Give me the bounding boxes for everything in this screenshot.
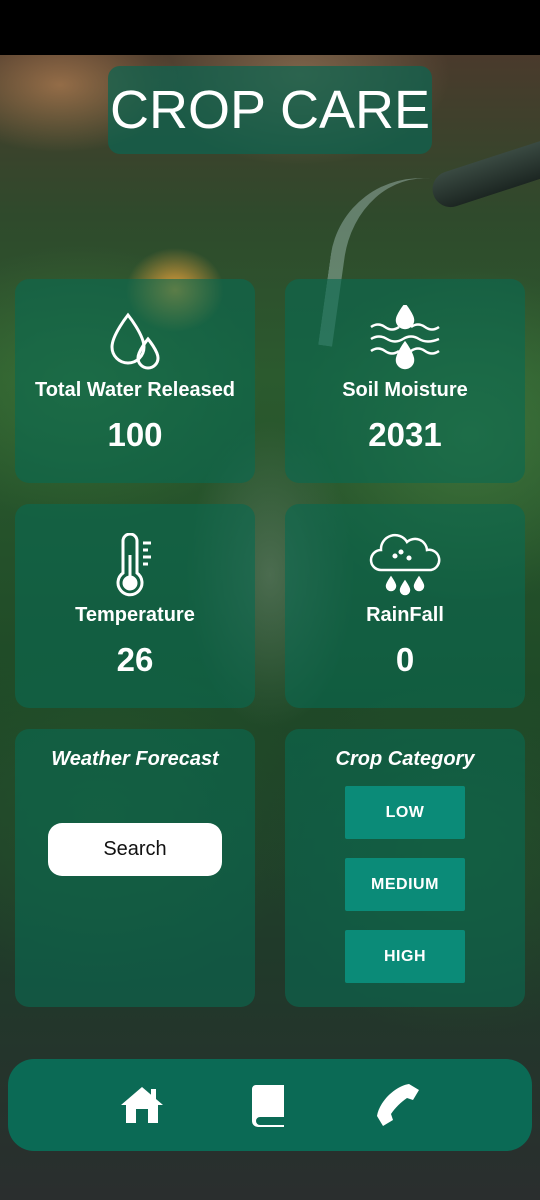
card-label: Total Water Released <box>34 379 236 401</box>
card-label: Soil Moisture <box>342 379 468 401</box>
search-button[interactable]: Search <box>48 823 222 876</box>
app-title-box: CROP CARE <box>108 66 432 154</box>
app-title: CROP CARE <box>109 80 431 140</box>
water-drops-icon <box>104 307 166 373</box>
card-soil-moisture: Soil Moisture 2031 <box>285 279 525 483</box>
status-bar <box>0 0 540 55</box>
home-icon[interactable] <box>119 1083 165 1127</box>
card-total-water: Total Water Released 100 <box>15 279 255 483</box>
card-value: 2031 <box>368 416 442 453</box>
soil-moisture-icon <box>369 305 441 373</box>
high-button[interactable]: HIGH <box>345 930 465 983</box>
card-label: RainFall <box>366 604 444 626</box>
weather-forecast-panel: Weather Forecast Search <box>15 729 255 1007</box>
low-button[interactable]: LOW <box>345 786 465 839</box>
card-value: 26 <box>116 641 154 678</box>
book-icon[interactable] <box>247 1083 293 1127</box>
crop-category-title: Crop Category <box>335 748 475 770</box>
card-temperature: Temperature 26 <box>15 504 255 708</box>
bottom-nav-bar <box>8 1059 532 1151</box>
card-value: 0 <box>395 641 415 678</box>
medium-button[interactable]: MEDIUM <box>345 858 465 911</box>
crop-category-panel: Crop Category LOW MEDIUM HIGH <box>285 729 525 1007</box>
weather-forecast-title: Weather Forecast <box>51 748 219 770</box>
card-label: Temperature <box>75 604 195 626</box>
card-rainfall: RainFall 0 <box>285 504 525 708</box>
rain-cloud-icon <box>365 532 445 598</box>
thermometer-icon <box>113 532 157 598</box>
phone-icon[interactable] <box>375 1083 421 1127</box>
card-value: 100 <box>107 416 163 453</box>
